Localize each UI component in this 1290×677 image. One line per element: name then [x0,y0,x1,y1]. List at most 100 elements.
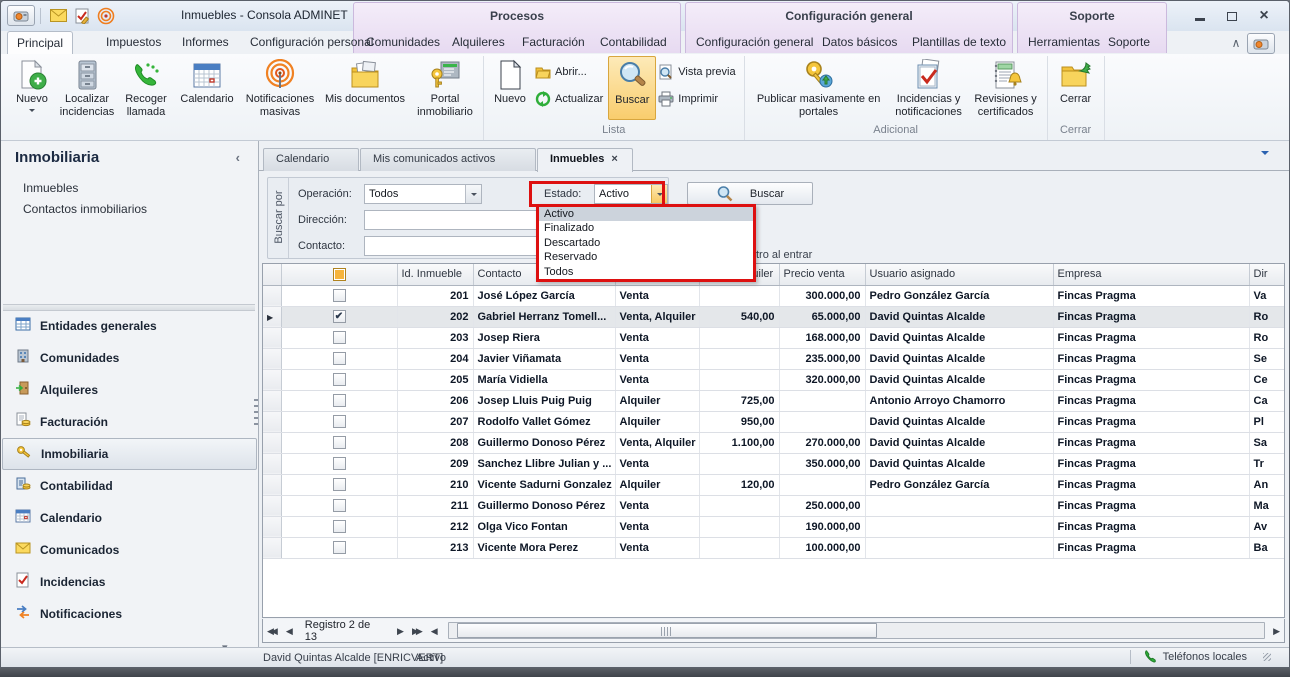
chevron-down-icon[interactable] [465,185,481,203]
dropdown-option-finalizado[interactable]: Finalizado [539,221,753,235]
header-empresa[interactable]: Empresa [1053,264,1249,285]
cell-contacto[interactable]: Josep Riera [473,327,615,348]
ribbon-tab-principal[interactable]: Principal [7,31,73,54]
row-checkbox[interactable] [333,415,346,428]
row-checkbox[interactable] [333,436,346,449]
sidebar-item-incidencias[interactable]: Incidencias [2,566,257,598]
cell-empresa[interactable]: Fincas Pragma [1053,453,1249,474]
cell-id[interactable]: 209 [397,453,473,474]
cell-contacto[interactable]: Vicente Sadurni Gonzalez [473,474,615,495]
ribbon-tab-impuestos[interactable]: Impuestos [97,31,170,54]
cell-contacto[interactable]: Guillermo Donoso Pérez [473,495,615,516]
ribbon-app-button[interactable] [1247,33,1275,54]
tab-inmuebles[interactable]: Inmuebles [537,148,633,172]
sidebar-item-contabilidad[interactable]: Contabilidad [2,470,257,502]
sidebar-item-notificaciones[interactable]: Notificaciones [2,598,257,630]
header-usuario[interactable]: Usuario asignado [865,264,1053,285]
cell-usuario[interactable]: Pedro González García [865,285,1053,306]
cell-id[interactable]: 210 [397,474,473,495]
cell-operacion[interactable]: Venta, Alquiler [615,432,699,453]
table-row[interactable]: 207Rodolfo Vallet GómezAlquiler950,00Dav… [263,411,1284,432]
table-row[interactable]: 211Guillermo Donoso PérezVenta250.000,00… [263,495,1284,516]
dropdown-option-activo[interactable]: Activo [539,207,753,221]
cell-empresa[interactable]: Fincas Pragma [1053,348,1249,369]
ribbon-tab-contabilidad[interactable]: Contabilidad [591,31,676,54]
cell-contacto[interactable]: Sanchez Llibre Julian y ... [473,453,615,474]
cell-empresa[interactable]: Fincas Pragma [1053,474,1249,495]
incidencias-notificaciones-button[interactable]: Incidencias y notificaciones [890,56,968,120]
calendario-button[interactable]: Calendario [174,56,240,120]
cell-precio-venta[interactable] [779,390,865,411]
horizontal-scrollbar[interactable] [448,622,1265,639]
cell-direccion[interactable]: Va [1249,285,1284,306]
cell-direccion[interactable]: Tr [1249,453,1284,474]
lista-nuevo-button[interactable]: Nuevo [487,56,533,120]
row-checkbox[interactable] [333,310,346,323]
cell-empresa[interactable]: Fincas Pragma [1053,285,1249,306]
cell-precio-alquiler[interactable]: 1.100,00 [699,432,779,453]
cerrar-button[interactable]: Cerrar [1051,56,1101,120]
sidebar-link-contactos[interactable]: Contactos inmobiliarios [23,202,147,216]
chevron-down-icon[interactable] [651,185,667,203]
sidebar-item-comunicados[interactable]: Comunicados [2,534,257,566]
cell-precio-alquiler[interactable]: 725,00 [699,390,779,411]
cell-empresa[interactable]: Fincas Pragma [1053,369,1249,390]
header-precio-venta[interactable]: Precio venta [779,264,865,285]
cell-empresa[interactable]: Fincas Pragma [1053,327,1249,348]
cell-empresa[interactable]: Fincas Pragma [1053,390,1249,411]
cell-direccion[interactable]: Ro [1249,306,1284,327]
cell-precio-alquiler[interactable] [699,516,779,537]
cell-usuario[interactable]: David Quintas Alcalde [865,327,1053,348]
mis-documentos-button[interactable]: Mis documentos [320,56,410,120]
dropdown-option-reservado[interactable]: Reservado [539,250,753,264]
table-row[interactable]: 213Vicente Mora PerezVenta100.000,00Finc… [263,537,1284,558]
actualizar-button[interactable]: Actualizar [533,88,608,110]
ribbon-tab-facturacion[interactable]: Facturación [513,31,594,54]
ribbon-tab-datos-basicos[interactable]: Datos básicos [813,31,906,54]
cell-empresa[interactable]: Fincas Pragma [1053,516,1249,537]
table-row[interactable]: 206Josep Lluis Puig PuigAlquiler725,00An… [263,390,1284,411]
cell-precio-venta[interactable] [779,474,865,495]
row-checkbox[interactable] [333,457,346,470]
cell-precio-alquiler[interactable] [699,369,779,390]
close-tab-icon[interactable] [611,149,617,170]
sidebar-item-entidades-generales[interactable]: Entidades generales [2,310,257,342]
dropdown-option-todos[interactable]: Todos [539,265,753,279]
cell-direccion[interactable]: Sa [1249,432,1284,453]
cell-contacto[interactable]: Rodolfo Vallet Gómez [473,411,615,432]
ribbon-tab-plantillas[interactable]: Plantillas de texto [903,31,1015,54]
imprimir-button[interactable]: Imprimir [656,88,740,110]
cell-empresa[interactable]: Fincas Pragma [1053,537,1249,558]
cell-precio-venta[interactable]: 190.000,00 [779,516,865,537]
cell-precio-venta[interactable]: 65.000,00 [779,306,865,327]
tab-calendario[interactable]: Calendario [263,148,359,171]
broadcast-quick-button[interactable] [97,8,115,24]
sidebar-item-alquileres[interactable]: Alquileres [2,374,257,406]
cell-direccion[interactable]: Pl [1249,411,1284,432]
cell-usuario[interactable]: David Quintas Alcalde [865,306,1053,327]
header-id[interactable]: Id. Inmueble [397,264,473,285]
tasks-quick-button[interactable] [73,8,91,24]
ribbon-tab-herramientas[interactable]: Herramientas [1019,31,1109,54]
cell-contacto[interactable]: José López García [473,285,615,306]
cell-operacion[interactable]: Venta [615,369,699,390]
cell-operacion[interactable]: Alquiler [615,474,699,495]
cell-direccion[interactable]: Ca [1249,390,1284,411]
cell-id[interactable]: 208 [397,432,473,453]
scroll-left-button[interactable] [427,620,442,642]
cell-direccion[interactable]: Ce [1249,369,1284,390]
cell-usuario[interactable]: David Quintas Alcalde [865,453,1053,474]
cell-usuario[interactable]: David Quintas Alcalde [865,369,1053,390]
operacion-combo[interactable]: Todos [364,184,482,204]
cell-contacto[interactable]: Vicente Mora Perez [473,537,615,558]
sidebar-item-comunidades[interactable]: Comunidades [2,342,257,374]
recoger-llamada-button[interactable]: Recoger llamada [118,56,174,120]
cell-contacto[interactable]: Gabriel Herranz Tomell... [473,306,615,327]
cell-precio-alquiler[interactable]: 540,00 [699,306,779,327]
cell-precio-alquiler[interactable]: 120,00 [699,474,779,495]
cell-id[interactable]: 201 [397,285,473,306]
dropdown-option-descartado[interactable]: Descartado [539,236,753,250]
cell-id[interactable]: 207 [397,411,473,432]
cell-direccion[interactable]: Ro [1249,327,1284,348]
cell-id[interactable]: 202 [397,306,473,327]
